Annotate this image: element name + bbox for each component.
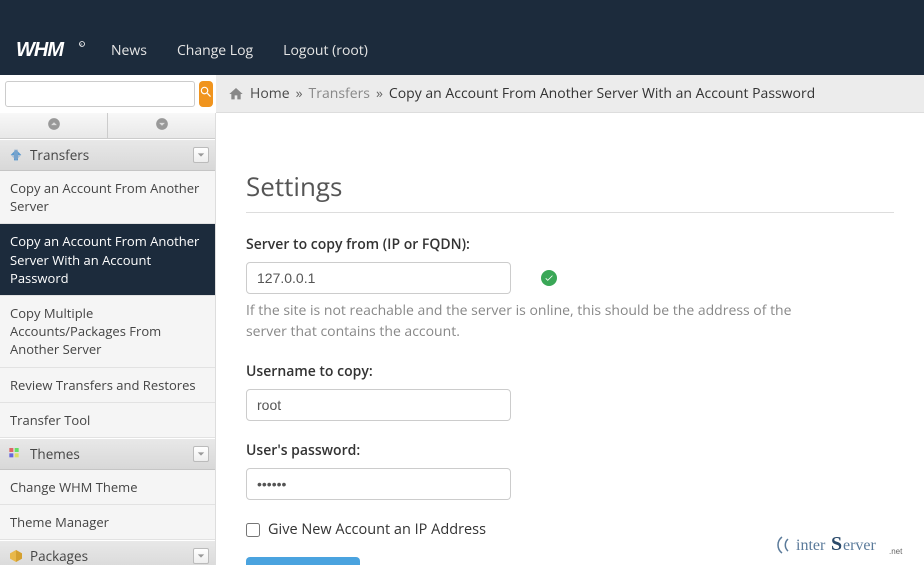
nav-changelog[interactable]: Change Log — [177, 41, 253, 60]
chevron-down-icon — [193, 446, 209, 462]
give-ip-checkbox[interactable] — [246, 523, 260, 537]
copy-account-button[interactable]: Copy Account — [246, 557, 360, 565]
content-area: Settings Server to copy from (IP or FQDN… — [216, 113, 924, 565]
whm-logo: WHM R — [16, 38, 86, 60]
sidebar-item[interactable]: Change WHM Theme — [0, 470, 215, 505]
server-help-text: If the site is not reachable and the ser… — [246, 300, 806, 342]
section-title: Packages — [30, 547, 88, 565]
breadcrumb-current: Copy an Account From Another Server With… — [389, 84, 815, 103]
svg-text:R: R — [80, 43, 83, 48]
search-icon — [199, 85, 213, 103]
chevron-down-icon — [193, 548, 209, 564]
home-icon — [228, 84, 244, 103]
section-header-themes[interactable]: Themes — [0, 438, 215, 470]
svg-text:erver: erver — [843, 537, 877, 554]
chevron-up-icon — [47, 117, 61, 135]
sidebar-item[interactable]: Review Transfers and Restores — [0, 368, 215, 403]
nav-logout[interactable]: Logout (root) — [283, 41, 368, 60]
password-label: User's password: — [246, 441, 894, 460]
server-input[interactable] — [246, 262, 511, 294]
sidebar-item[interactable]: Copy Multiple Accounts/Packages From Ano… — [0, 296, 215, 368]
username-label: Username to copy: — [246, 362, 894, 381]
svg-text:inter: inter — [796, 537, 826, 554]
chevron-down-icon — [193, 147, 209, 163]
sidebar-collapse-up[interactable] — [0, 113, 108, 138]
svg-text:.net: .net — [889, 547, 903, 556]
chevron-down-icon — [155, 117, 169, 135]
interserver-logo: inter S erver .net — [776, 533, 916, 561]
sidebar-collapse-down[interactable] — [108, 113, 215, 138]
sidebar-item[interactable]: Copy an Account From Another Server With… — [0, 224, 215, 296]
svg-text:S: S — [831, 533, 842, 555]
section-header-transfers[interactable]: Transfers — [0, 139, 215, 171]
search-wrap — [0, 75, 216, 113]
sidebar: Transfers Copy an Account From Another Se… — [0, 113, 216, 565]
search-button[interactable] — [199, 81, 213, 107]
breadcrumb-sep: » — [296, 84, 303, 103]
breadcrumb: Home » Transfers » Copy an Account From … — [216, 75, 924, 113]
top-nav: WHM R News Change Log Logout (root) — [0, 0, 924, 75]
sidebar-item[interactable]: Transfer Tool — [0, 403, 215, 438]
username-input[interactable] — [246, 389, 511, 421]
sidebar-item[interactable]: Theme Manager — [0, 505, 215, 540]
sidebar-item[interactable]: Copy an Account From Another Server — [0, 171, 215, 224]
give-ip-label: Give New Account an IP Address — [268, 520, 486, 539]
password-input[interactable] — [246, 468, 511, 500]
breadcrumb-transfers[interactable]: Transfers — [309, 84, 370, 103]
section-title: Transfers — [30, 146, 89, 164]
breadcrumb-sep: » — [376, 84, 383, 103]
page-heading: Settings — [246, 168, 894, 213]
svg-text:WHM: WHM — [16, 39, 65, 60]
server-label: Server to copy from (IP or FQDN): — [246, 235, 894, 254]
nav-news[interactable]: News — [111, 41, 147, 60]
section-icon — [8, 147, 24, 163]
section-header-packages[interactable]: Packages — [0, 540, 215, 565]
section-icon — [8, 548, 24, 564]
breadcrumb-home[interactable]: Home — [250, 84, 290, 103]
section-icon — [8, 446, 24, 462]
search-input[interactable] — [5, 81, 195, 107]
section-title: Themes — [30, 445, 80, 463]
success-check-icon — [541, 270, 557, 286]
